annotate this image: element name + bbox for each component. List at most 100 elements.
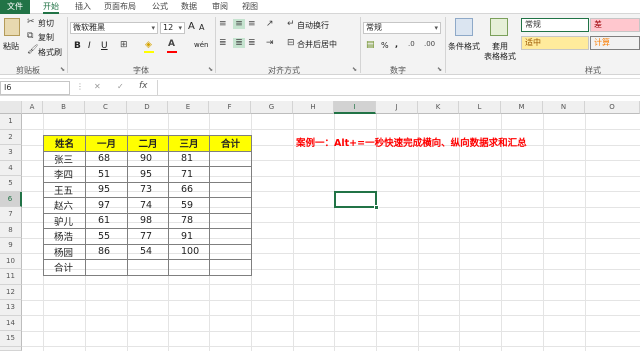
align-left-icon[interactable]: ≣ xyxy=(219,38,227,48)
number-launcher-icon[interactable]: ⬊ xyxy=(437,66,442,73)
header-cell-name[interactable]: 姓名 xyxy=(43,135,86,152)
percent-button[interactable]: % xyxy=(381,41,389,50)
table-cell[interactable]: 81 xyxy=(168,150,210,167)
tab-home[interactable]: 开始 xyxy=(43,0,59,14)
table-cell[interactable]: 91 xyxy=(168,228,210,245)
col-header-f[interactable]: F xyxy=(209,101,251,114)
tab-data[interactable]: 数据 xyxy=(181,0,197,14)
table-cell[interactable]: 74 xyxy=(127,197,169,214)
decrease-decimal-icon[interactable]: .00 xyxy=(424,40,435,48)
cancel-icon[interactable]: ✕ xyxy=(94,82,101,91)
tab-view[interactable]: 视图 xyxy=(242,0,258,14)
table-cell[interactable]: 55 xyxy=(85,228,128,245)
cut-button[interactable]: 剪切 xyxy=(38,18,54,29)
table-cell[interactable]: 73 xyxy=(127,181,169,198)
table-cell[interactable]: 赵六 xyxy=(43,197,86,214)
header-cell-total[interactable]: 合计 xyxy=(209,135,252,152)
table-cell[interactable]: 98 xyxy=(127,212,169,229)
col-header-d[interactable]: D xyxy=(127,101,168,114)
row-header-15[interactable]: 15 xyxy=(0,331,22,347)
confirm-icon[interactable]: ✓ xyxy=(117,82,124,91)
row-header-12[interactable]: 12 xyxy=(0,284,22,300)
underline-button[interactable]: U xyxy=(101,41,108,51)
table-cell[interactable]: 97 xyxy=(85,197,128,214)
grow-font-button[interactable]: A xyxy=(188,21,195,32)
row-header-11[interactable]: 11 xyxy=(0,269,22,285)
currency-icon[interactable]: ▤ xyxy=(366,40,375,50)
table-cell[interactable] xyxy=(209,181,252,198)
orientation-icon[interactable]: ↗ xyxy=(266,19,274,29)
increase-decimal-icon[interactable]: .0 xyxy=(408,40,415,48)
col-header-a[interactable]: A xyxy=(22,101,43,114)
table-cell[interactable] xyxy=(209,166,252,183)
row-header-4[interactable]: 4 xyxy=(0,160,22,176)
fill-color-icon[interactable]: ◈ xyxy=(145,40,152,50)
align-middle-icon[interactable]: ≡ xyxy=(233,19,245,29)
table-cell[interactable]: 张三 xyxy=(43,150,86,167)
style-bad[interactable]: 差 xyxy=(590,18,640,32)
table-cell[interactable]: 李四 xyxy=(43,166,86,183)
format-painter-button[interactable]: 格式刷 xyxy=(38,47,62,58)
border-icon[interactable]: ⊞ xyxy=(120,40,128,50)
tab-file[interactable]: 文件 xyxy=(0,0,30,14)
clipboard-launcher-icon[interactable]: ⬊ xyxy=(60,66,65,73)
row-header-6[interactable]: 6 xyxy=(0,191,22,207)
copy-button[interactable]: 复制 xyxy=(38,32,54,43)
row-header-3[interactable]: 3 xyxy=(0,145,22,161)
bold-button[interactable]: B xyxy=(74,41,81,51)
table-cell[interactable]: 杨园 xyxy=(43,243,86,260)
align-bottom-icon[interactable]: ≡ xyxy=(248,19,256,29)
table-cell[interactable]: 驴儿 xyxy=(43,212,86,229)
table-cell[interactable]: 86 xyxy=(85,243,128,260)
shrink-font-button[interactable]: A xyxy=(199,23,204,32)
table-cell[interactable] xyxy=(209,212,252,229)
table-cell[interactable]: 90 xyxy=(127,150,169,167)
active-cell-selection[interactable] xyxy=(334,191,377,208)
font-size-select[interactable]: 12 ▾ xyxy=(160,22,185,34)
tab-insert[interactable]: 插入 xyxy=(75,0,91,14)
fill-handle[interactable] xyxy=(374,205,379,210)
number-format-select[interactable]: 常规 ▾ xyxy=(363,22,441,34)
col-header-e[interactable]: E xyxy=(168,101,209,114)
row-header-5[interactable]: 5 xyxy=(0,176,22,192)
table-cell[interactable]: 71 xyxy=(168,166,210,183)
row-header-7[interactable]: 7 xyxy=(0,207,22,223)
merge-center-button[interactable]: 合并后居中 xyxy=(297,39,337,50)
table-cell[interactable]: 95 xyxy=(85,181,128,198)
spreadsheet-grid[interactable]: A B C D E F G H I J K L M N O 1 2 3 4 5 … xyxy=(0,101,640,351)
row-header-8[interactable]: 8 xyxy=(0,222,22,238)
table-cell[interactable]: 59 xyxy=(168,197,210,214)
font-launcher-icon[interactable]: ⬊ xyxy=(208,66,213,73)
col-header-c[interactable]: C xyxy=(85,101,127,114)
header-cell-feb[interactable]: 二月 xyxy=(127,135,169,152)
col-header-k[interactable]: K xyxy=(418,101,459,114)
header-cell-jan[interactable]: 一月 xyxy=(85,135,128,152)
font-color-icon[interactable]: A xyxy=(168,39,175,49)
table-cell[interactable] xyxy=(209,197,252,214)
select-all-corner[interactable] xyxy=(0,101,22,114)
col-header-h[interactable]: H xyxy=(293,101,334,114)
comma-button[interactable]: , xyxy=(395,40,398,49)
conditional-format-icon[interactable] xyxy=(455,18,473,36)
style-normal[interactable]: 常规 xyxy=(521,18,589,32)
phonetic-button[interactable]: wén xyxy=(194,41,208,49)
table-cell[interactable]: 100 xyxy=(168,243,210,260)
table-cell[interactable]: 68 xyxy=(85,150,128,167)
row-header-10[interactable]: 10 xyxy=(0,253,22,269)
table-cell[interactable] xyxy=(209,259,252,276)
table-cell[interactable] xyxy=(209,243,252,260)
align-center-icon[interactable]: ≣ xyxy=(233,38,245,48)
row-header-9[interactable]: 9 xyxy=(0,238,22,254)
tab-page-layout[interactable]: 页面布局 xyxy=(104,0,136,14)
style-neutral[interactable]: 适中 xyxy=(521,36,589,50)
table-cell[interactable] xyxy=(209,150,252,167)
insert-function-icon[interactable]: fx xyxy=(139,81,148,91)
table-cell[interactable]: 54 xyxy=(127,243,169,260)
row-header-13[interactable]: 13 xyxy=(0,300,22,316)
name-box[interactable]: I6 xyxy=(0,81,70,95)
paste-button[interactable]: 粘贴 xyxy=(3,41,19,52)
col-header-n[interactable]: N xyxy=(543,101,585,114)
row-header-16[interactable]: 16 xyxy=(0,346,22,351)
align-top-icon[interactable]: ≡ xyxy=(219,19,227,29)
indent-icon[interactable]: ⇥ xyxy=(266,38,274,48)
